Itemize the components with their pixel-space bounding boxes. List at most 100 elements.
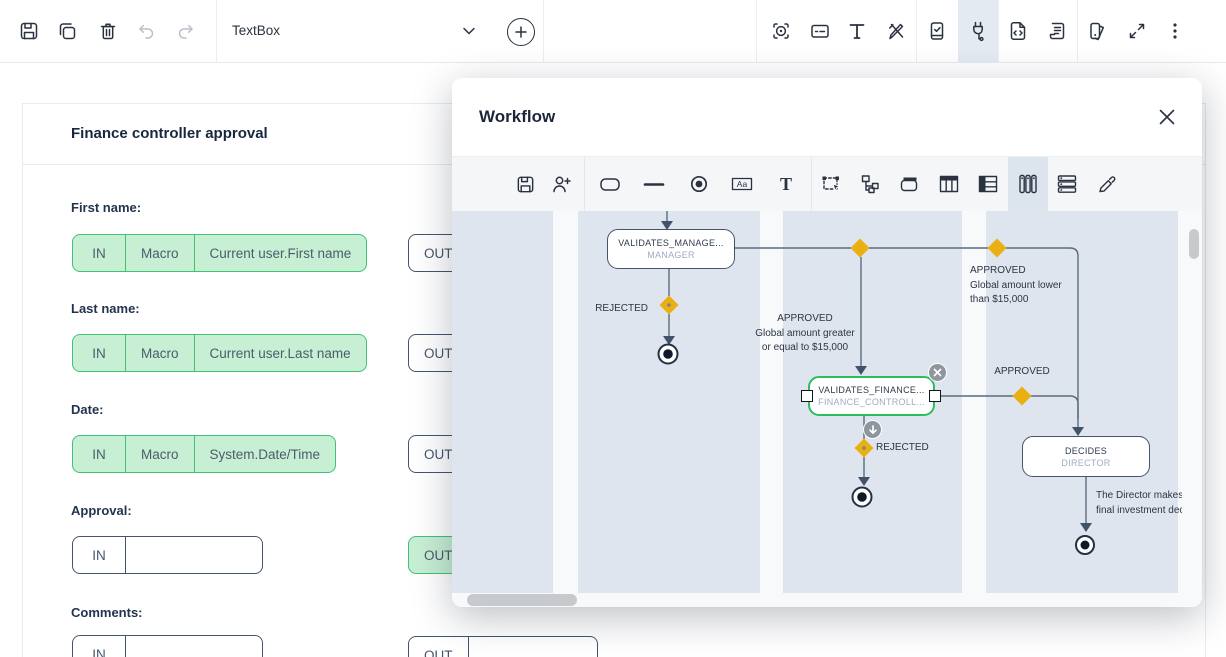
edge-label-rejected[interactable]: REJECTED: [876, 442, 929, 453]
node-title: DECIDES: [1065, 446, 1107, 456]
binding-direction: IN: [73, 235, 125, 271]
toolbar-separator: [998, 0, 999, 62]
workflow-toolbar: Aa T: [452, 156, 1202, 212]
binding-value: Current user.Last name: [194, 335, 366, 371]
selection-handle-right[interactable]: [929, 390, 941, 402]
binding-kind: Macro: [125, 436, 194, 472]
tree-layout-icon[interactable]: [858, 172, 882, 196]
component-selector-dropdown[interactable]: TextBox: [216, 0, 490, 62]
task-node-decides[interactable]: DECIDES DIRECTOR: [1022, 436, 1150, 477]
vertical-lanes-icon[interactable]: [1016, 172, 1040, 196]
label-box-icon[interactable]: Aa: [730, 172, 754, 196]
toolbar-separator: [811, 157, 812, 211]
device-check-icon[interactable]: [926, 20, 948, 42]
edge-label-approved-lower[interactable]: APPROVED Global amount lower than $15,00…: [970, 264, 1090, 308]
binding-direction: IN: [73, 537, 125, 573]
table-columns-icon[interactable]: [937, 172, 961, 196]
form-card-icon[interactable]: [809, 20, 831, 42]
expand-icon[interactable]: [1126, 20, 1148, 42]
main-toolbar: TextBox: [0, 0, 1226, 63]
svg-text:Aa: Aa: [737, 179, 748, 189]
toolbar-separator: [584, 157, 585, 211]
node-subtitle: DIRECTOR: [1061, 458, 1110, 468]
binding-direction: IN: [73, 436, 125, 472]
node-title: VALIDATES_MANAGE...: [618, 238, 723, 248]
binding-value: System.Date/Time: [194, 436, 336, 472]
edge-label-condition: Global amount greater: [737, 327, 873, 342]
scan-focus-icon[interactable]: [770, 20, 792, 42]
connector-plug-icon[interactable]: [967, 20, 989, 42]
horizontal-lanes-icon[interactable]: [1055, 172, 1079, 196]
save-icon[interactable]: [513, 172, 537, 196]
undo-icon[interactable]: [135, 20, 157, 42]
edge-label-condition: Global amount lower: [970, 279, 1090, 294]
input-binding-pill[interactable]: IN Macro System.Date/Time: [72, 435, 336, 473]
toolbar-separator: [756, 0, 757, 62]
field-label: Comments:: [71, 605, 143, 620]
binding-kind: Macro: [125, 335, 194, 371]
binding-direction: IN: [73, 636, 125, 657]
edge-label-condition: or equal to $15,000: [737, 341, 873, 356]
input-binding-pill[interactable]: IN: [72, 635, 263, 657]
eyedropper-icon[interactable]: [1095, 172, 1119, 196]
svg-text:T: T: [780, 174, 792, 194]
code-file-icon[interactable]: [1007, 20, 1029, 42]
vertical-scrollbar-thumb[interactable]: [1189, 229, 1199, 259]
plus-circle-icon[interactable]: [507, 18, 535, 46]
binding-direction: OUT: [409, 637, 468, 657]
binding-kind: Macro: [125, 235, 194, 271]
more-vertical-icon[interactable]: [1164, 20, 1186, 42]
expand-node-icon[interactable]: [863, 420, 882, 439]
form-title: Finance controller approval: [71, 104, 268, 164]
note-line: final investment dec: [1096, 503, 1182, 518]
edge-label-approved-greater[interactable]: APPROVED Global amount greater or equal …: [737, 312, 873, 356]
output-binding-pill[interactable]: OUT: [408, 636, 598, 657]
node-rect-icon[interactable]: [598, 172, 622, 196]
binding-value: [125, 636, 262, 657]
close-icon[interactable]: [1152, 102, 1182, 132]
modal-title: Workflow: [479, 78, 555, 156]
script-icon[interactable]: [1046, 20, 1068, 42]
task-node-validates-manager[interactable]: VALIDATES_MANAGE... MANAGER: [607, 229, 735, 269]
text-icon[interactable]: T: [774, 172, 798, 196]
input-binding-pill[interactable]: IN: [72, 536, 263, 574]
binding-direction: IN: [73, 335, 125, 371]
workflow-modal: Workflow Aa T: [452, 78, 1202, 607]
note-line: The Director makes: [1096, 488, 1182, 503]
toolbar-separator: [916, 0, 917, 62]
binding-value: [468, 637, 598, 657]
input-binding-pill[interactable]: IN Macro Current user.Last name: [72, 334, 367, 372]
edge-label-title: APPROVED: [970, 264, 1090, 279]
design-tools-icon[interactable]: [885, 20, 907, 42]
task-node-validates-finance[interactable]: VALIDATES_FINANCE... FINANCE_CONTROLL...: [808, 376, 935, 416]
lasso-select-icon[interactable]: [820, 172, 844, 196]
end-state-icon[interactable]: [687, 172, 711, 196]
delete-node-icon[interactable]: [928, 363, 947, 382]
node-subtitle: FINANCE_CONTROLL...: [818, 397, 925, 407]
toolbar-separator: [1077, 0, 1078, 62]
text-icon[interactable]: [846, 20, 868, 42]
input-binding-pill[interactable]: IN Macro Current user.First name: [72, 234, 367, 272]
copy-icon[interactable]: [56, 20, 78, 42]
field-label: Approval:: [71, 503, 132, 518]
selection-handle-left[interactable]: [801, 390, 813, 402]
diagram-canvas[interactable]: VALIDATES_MANAGE... MANAGER VALIDATES_FI…: [452, 211, 1202, 607]
field-label: Date:: [71, 402, 104, 417]
save-icon[interactable]: [18, 20, 40, 42]
edge-line-icon[interactable]: [642, 172, 666, 196]
person-add-icon[interactable]: [549, 172, 573, 196]
node-subtitle: MANAGER: [647, 250, 695, 260]
chevron-down-icon: [462, 26, 476, 36]
table-rows-icon[interactable]: [976, 172, 1000, 196]
pool-icon[interactable]: [898, 172, 922, 196]
edge-label-rejected[interactable]: REJECTED: [588, 303, 648, 314]
selected-component-label: TextBox: [232, 0, 280, 62]
node-title: VALIDATES_FINANCE...: [818, 385, 924, 395]
theme-swatch-icon[interactable]: [1087, 20, 1109, 42]
annotation-note[interactable]: The Director makes final investment dec: [1096, 488, 1182, 518]
binding-value: [125, 537, 262, 573]
edge-label-approved[interactable]: APPROVED: [985, 366, 1059, 377]
trash-icon[interactable]: [97, 20, 119, 42]
redo-icon[interactable]: [175, 20, 197, 42]
horizontal-scrollbar-thumb[interactable]: [467, 594, 577, 606]
